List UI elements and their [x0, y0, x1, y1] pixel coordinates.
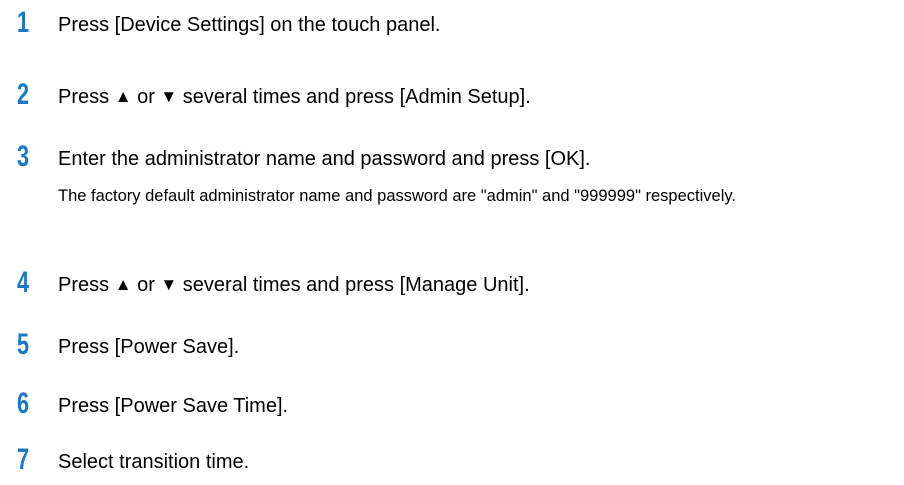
step-instruction: Press ▲ or ▼ several times and press [Ma…	[58, 274, 530, 296]
step-instruction: Enter the administrator name and passwor…	[58, 148, 591, 170]
step-number: 1	[17, 6, 30, 39]
step-number: 3	[17, 140, 30, 173]
step-note: The factory default administrator name a…	[58, 187, 736, 205]
step-instruction: Select transition time.	[58, 451, 250, 473]
step-number: 5	[17, 328, 30, 361]
step-instruction: Press [Device Settings] on the touch pan…	[58, 14, 441, 36]
down-triangle-icon: ▼	[160, 275, 178, 294]
step-number: 2	[17, 78, 30, 111]
step-number: 7	[17, 443, 30, 476]
up-triangle-icon: ▲	[114, 87, 132, 106]
step-instruction: Press [Power Save Time].	[58, 395, 289, 417]
up-triangle-icon: ▲	[114, 275, 132, 294]
step-number: 4	[17, 266, 30, 299]
step-number: 6	[17, 387, 30, 420]
step-instruction: Press ▲ or ▼ several times and press [Ad…	[58, 86, 531, 108]
step-instruction: Press [Power Save].	[58, 336, 240, 358]
down-triangle-icon: ▼	[160, 87, 178, 106]
